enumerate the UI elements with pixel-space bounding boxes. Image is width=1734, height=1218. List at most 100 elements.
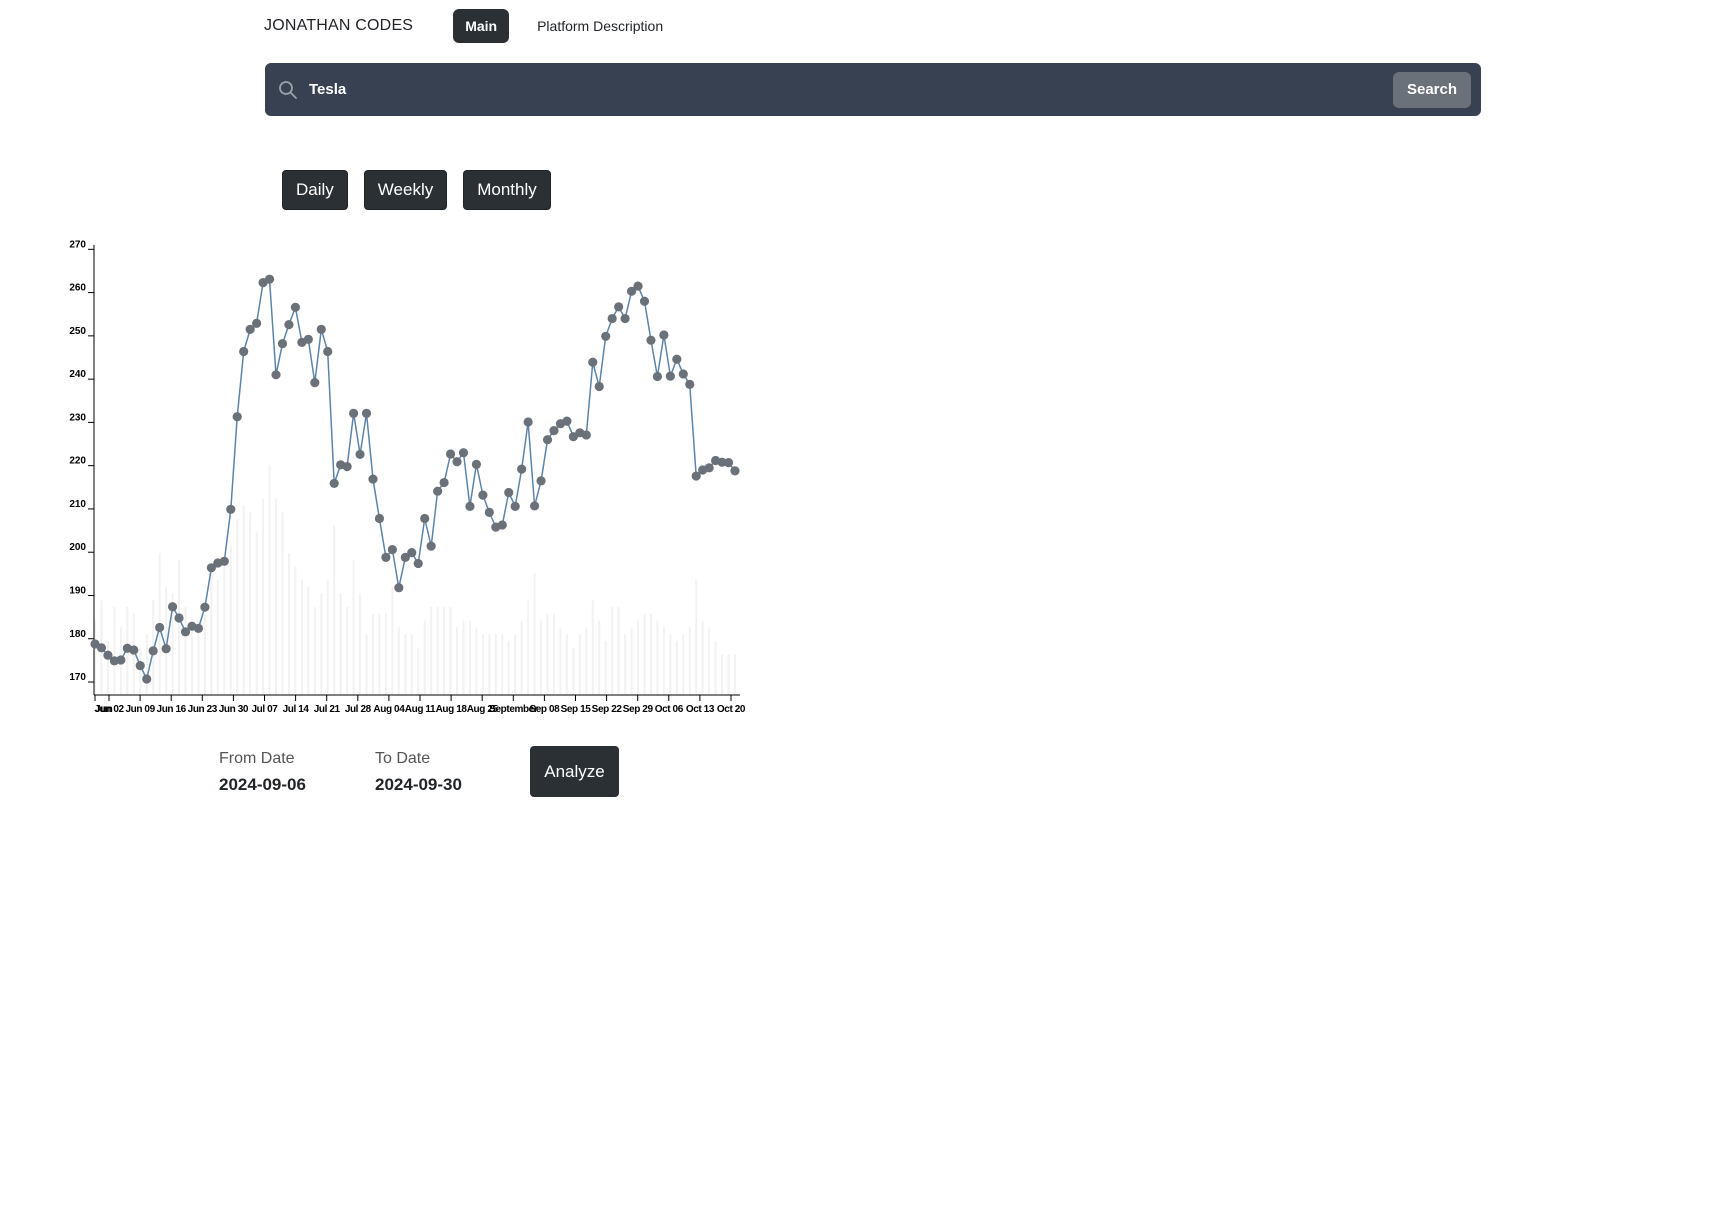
volume-bar (604, 640, 607, 695)
volume-bar (423, 620, 426, 695)
price-point (239, 346, 249, 357)
volume-bar (216, 580, 219, 695)
price-point (129, 645, 139, 655)
price-point (678, 369, 688, 379)
volume-bar (178, 559, 181, 695)
volume-bar (326, 580, 329, 695)
price-point (614, 302, 624, 312)
monthly-button[interactable]: Monthly (463, 170, 551, 210)
price-point (471, 459, 482, 469)
from-date-group: From Date 2024-09-06 (219, 750, 306, 795)
price-point (730, 466, 740, 476)
x-tick-label: Jul 28 (345, 704, 372, 715)
price-point (620, 313, 630, 324)
price-point (484, 507, 494, 518)
volume-bar (598, 620, 601, 695)
to-date-value[interactable]: 2024-09-30 (375, 775, 462, 795)
x-tick-label: Aug 11 (405, 704, 436, 715)
price-point (271, 370, 281, 380)
volume-bar (190, 627, 193, 695)
volume-bar (378, 613, 381, 695)
x-tick-label: Oct 13 (686, 704, 715, 715)
volume-bar (404, 634, 407, 695)
price-point (310, 377, 320, 388)
price-point (445, 449, 456, 459)
search-button[interactable]: Search (1393, 71, 1471, 108)
price-point (581, 430, 591, 440)
y-tick-label: 250 (69, 326, 86, 337)
daily-button[interactable]: Daily (282, 170, 348, 210)
volume-bar (397, 627, 400, 695)
volume-bar (624, 634, 627, 695)
volume-bar (456, 627, 459, 695)
volume-bar (533, 573, 536, 695)
price-point (96, 643, 107, 653)
volume-bar (384, 613, 387, 695)
volume-bar (262, 498, 265, 695)
price-point (646, 335, 656, 345)
price-point (155, 622, 165, 633)
nav-link-platform-description[interactable]: Platform Description (525, 9, 675, 43)
volume-bar (675, 640, 678, 695)
price-point (458, 448, 469, 458)
price-point (607, 313, 617, 324)
price-chart[interactable]: 170180190200210220230240250260270JunJun … (55, 240, 755, 720)
volume-bar (249, 512, 252, 695)
to-date-label: To Date (375, 750, 431, 767)
price-point (368, 474, 378, 484)
price-point (413, 558, 423, 569)
price-point (536, 476, 546, 486)
volume-bar (184, 607, 187, 695)
volume-bar (294, 566, 297, 695)
volume-bar (313, 607, 316, 695)
search-input[interactable] (307, 80, 1393, 99)
volume-bar (287, 552, 290, 695)
volume-bar (727, 654, 730, 695)
price-point (452, 457, 462, 467)
volume-bar (113, 607, 116, 695)
volume-bar (443, 607, 446, 695)
price-point (264, 274, 275, 284)
x-tick-label: Sep 08 (529, 704, 560, 715)
volume-bar (268, 465, 271, 695)
volume-bar (572, 647, 575, 695)
price-point (116, 655, 126, 665)
x-tick-label: Aug 18 (436, 704, 468, 715)
volume-bar (106, 640, 109, 695)
nav-link-main[interactable]: Main (453, 9, 510, 43)
volume-bar (527, 600, 530, 695)
brand-title[interactable]: JONATHAN CODES (264, 17, 413, 35)
volume-bar (281, 512, 284, 695)
x-tick-label: Sep 22 (592, 704, 623, 715)
price-point (277, 339, 288, 349)
volume-bar (475, 627, 478, 695)
x-tick-label: Sep 15 (561, 704, 592, 715)
price-point (290, 302, 301, 312)
volume-bar (630, 627, 633, 695)
price-line (94, 277, 736, 682)
price-point (316, 324, 326, 334)
volume-bar (494, 634, 497, 695)
volume-bar (578, 634, 581, 695)
price-point (562, 416, 572, 426)
volume-bar (488, 634, 491, 695)
price-point (200, 602, 210, 612)
volume-bar (210, 573, 213, 695)
volume-bar (695, 580, 698, 695)
y-tick-label: 200 (69, 542, 86, 553)
volume-bar (546, 613, 549, 695)
x-tick-label: Sep 29 (623, 704, 654, 715)
analyze-button[interactable]: Analyze (530, 746, 619, 797)
price-point (219, 556, 229, 566)
volume-bar (540, 620, 543, 695)
volume-bar (371, 613, 374, 695)
price-point (148, 646, 158, 656)
from-date-value[interactable]: 2024-09-06 (219, 775, 306, 795)
price-point (374, 513, 385, 524)
volume-bar (688, 627, 691, 695)
volume-bar (656, 620, 659, 695)
y-tick-label: 180 (69, 629, 86, 640)
x-tick-label: Jun 23 (188, 704, 218, 715)
price-point (226, 504, 236, 514)
weekly-button[interactable]: Weekly (363, 170, 448, 210)
